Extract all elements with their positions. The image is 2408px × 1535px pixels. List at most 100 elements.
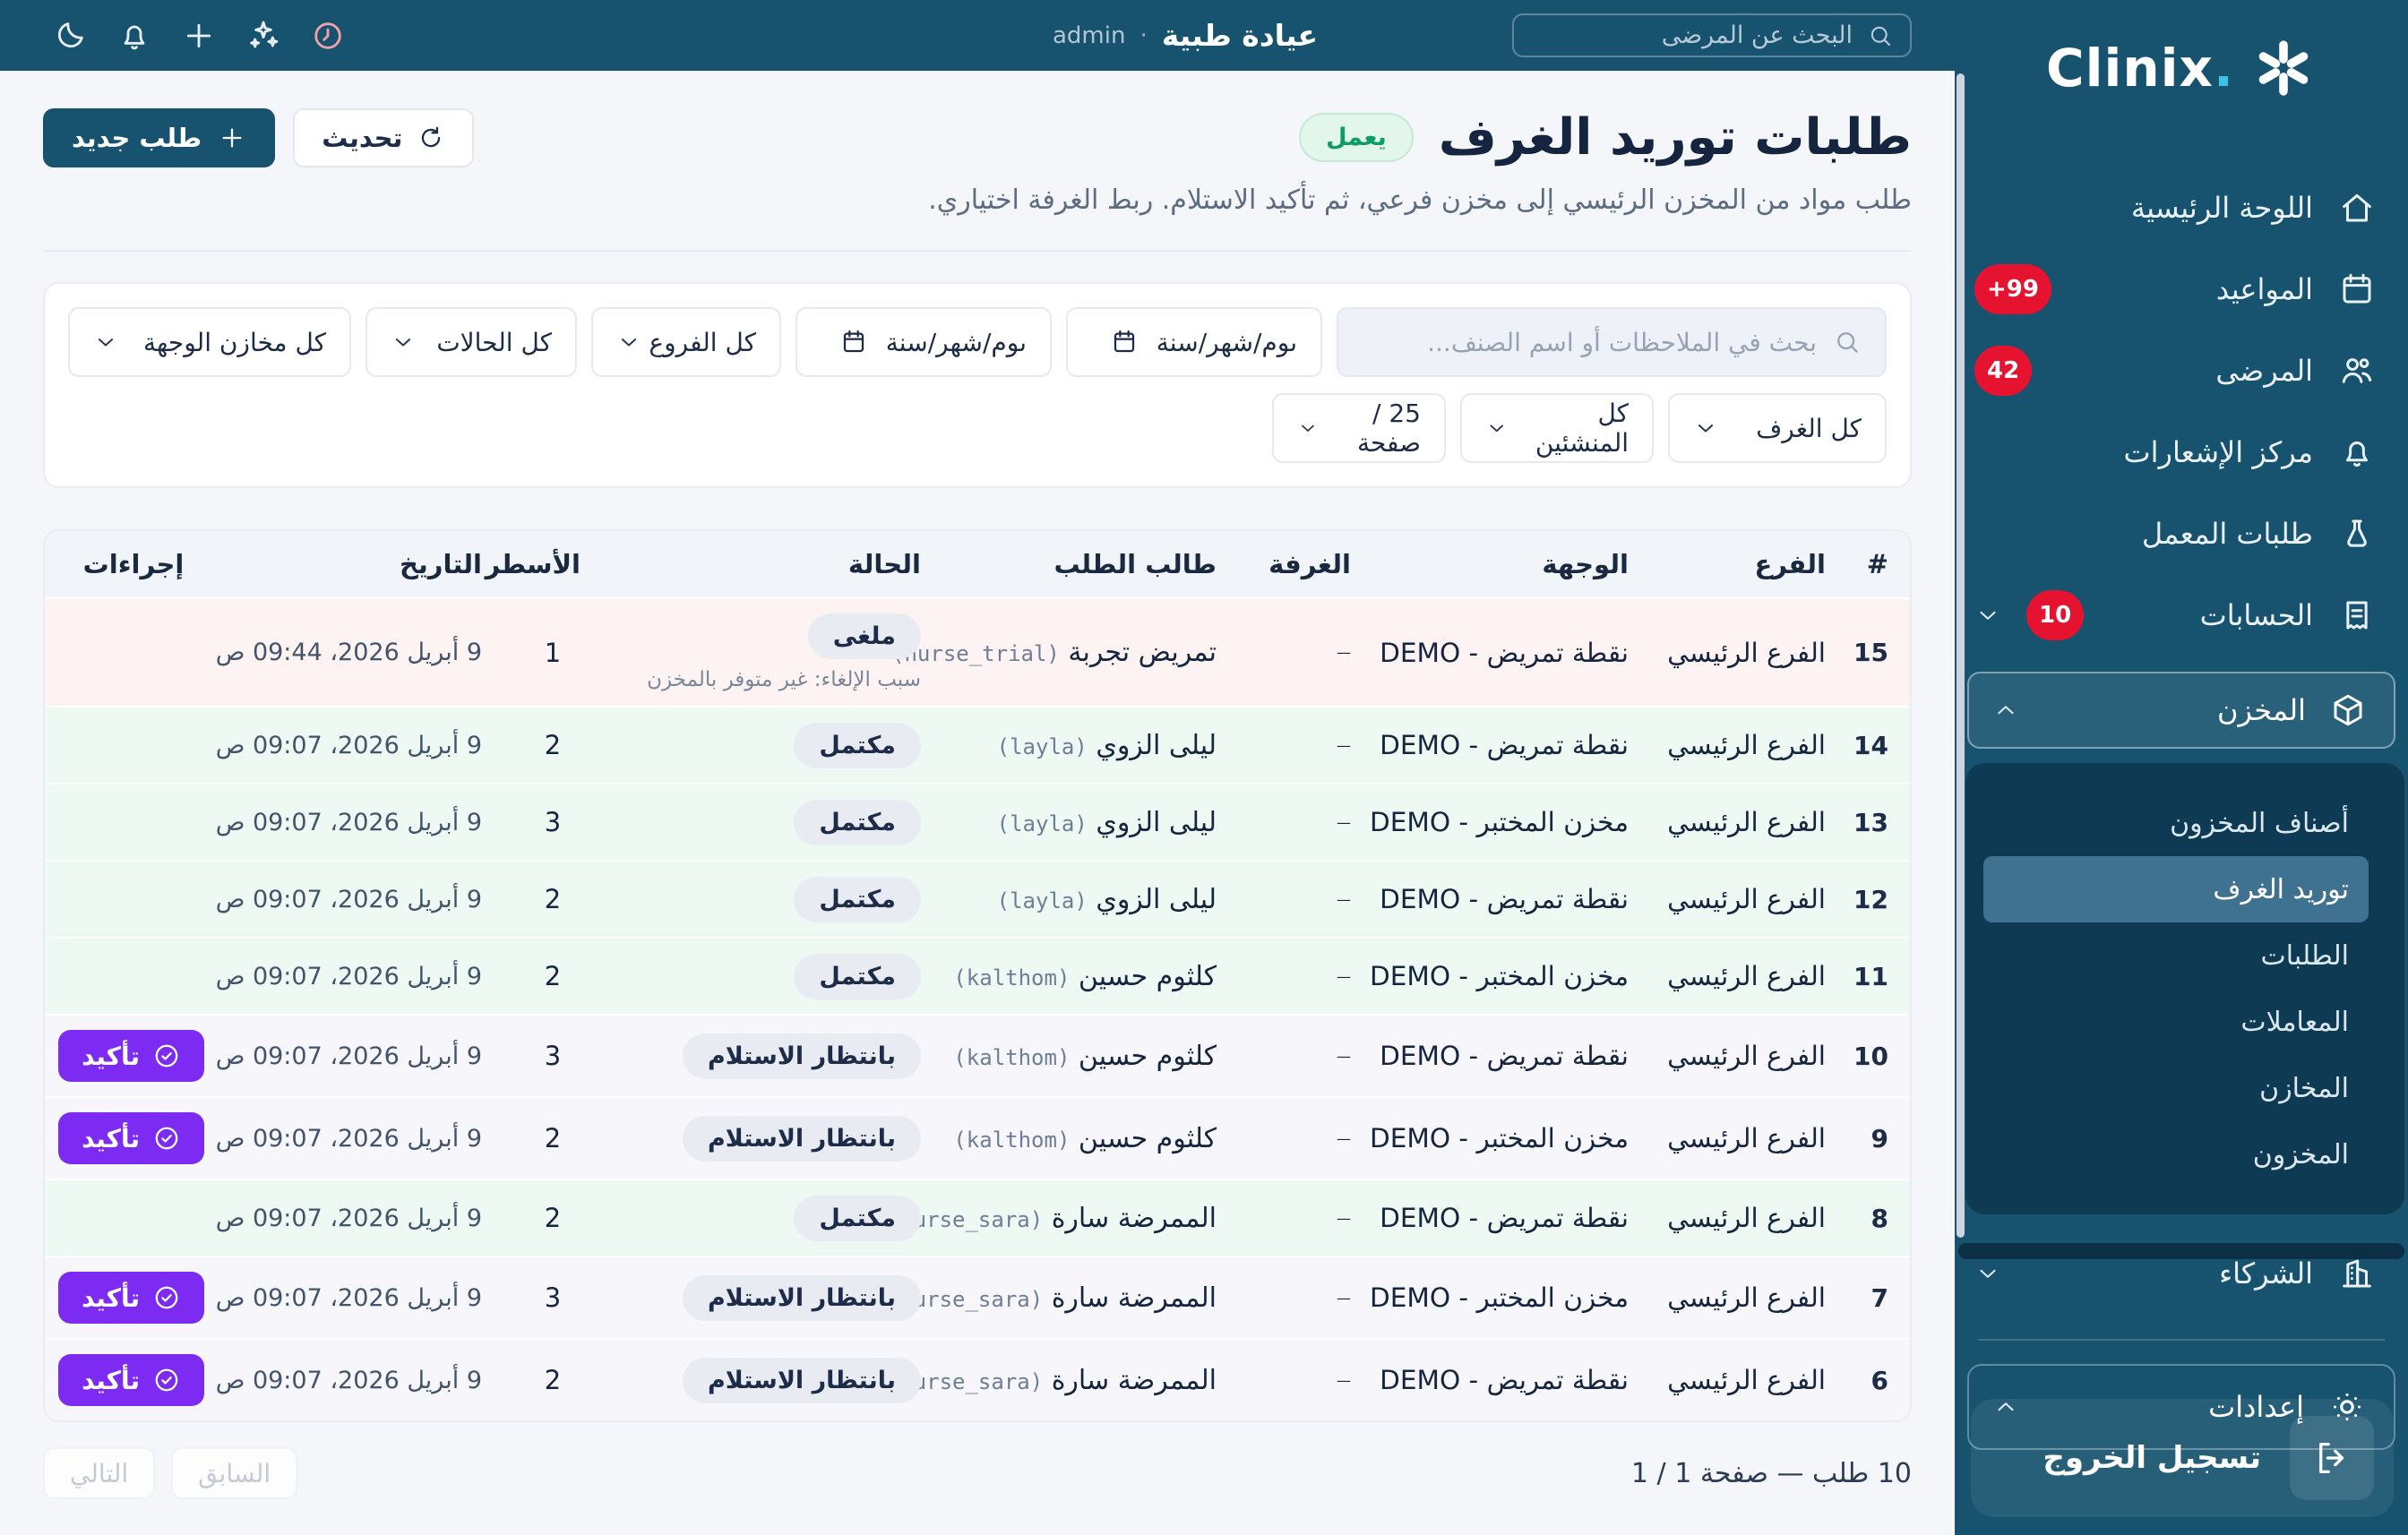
branches-select[interactable]: كل الفروع — [591, 307, 781, 377]
requester-cell: الممرضة سارة (nurse_sara) — [887, 1202, 1217, 1234]
status-cell: بانتظار الاستلام — [602, 1261, 942, 1335]
date-from-input[interactable]: ةنس/رهش/موى — [1066, 307, 1322, 377]
check-circle-icon — [152, 1283, 181, 1312]
column-header: الغرفة — [1268, 549, 1351, 579]
status-cell: مكتمل — [602, 708, 942, 783]
notification-badge: 42 — [1974, 345, 2033, 396]
submenu-item[interactable]: المخازن — [1983, 1055, 2369, 1121]
sidebar-item-label: اللوحة الرئيسية — [2130, 190, 2313, 225]
plus-icon — [218, 124, 246, 152]
sidebar-scrollbar[interactable] — [1956, 73, 1965, 1238]
branch-cell: الفرع الرئيسي — [1667, 730, 1826, 760]
statuses-select[interactable]: كل الحالات — [366, 307, 577, 377]
sidebar-item[interactable]: الحسابات 10 — [1974, 574, 2376, 656]
next-page-button[interactable]: التالي — [43, 1447, 156, 1499]
brand-name: Clinix. — [2046, 38, 2234, 99]
topbar-clinic-block: عيادة طبية · admin — [1053, 0, 1318, 71]
sidebar-item[interactable]: مركز الإشعارات — [1974, 411, 2376, 493]
chevron-up-icon — [1992, 697, 2019, 724]
lines-count: 3 — [544, 807, 562, 837]
per-page-select[interactable]: 25 / صفحة — [1272, 393, 1446, 463]
lines-count: 2 — [544, 1365, 562, 1395]
submenu-item[interactable]: المعاملات — [1983, 989, 2369, 1055]
brand-logo[interactable]: Clinix. — [1955, 0, 2408, 136]
requests-table-card: # الفرع الوجهة الغرفة طالب الطلب الحالة الأسطر… — [43, 529, 1912, 1422]
table-row: 11 الفرع الرئيسي DEMO - مخزن المختبر — كلثوم… — [45, 937, 1910, 1014]
check-circle-icon — [152, 1366, 181, 1394]
column-header: الوجهة — [1542, 549, 1629, 579]
page-header: طلبات توريد الغرف يعمل طلب مواد من المخز… — [43, 108, 1912, 216]
submenu-item[interactable]: المخزون — [1983, 1121, 2369, 1188]
check-circle-icon — [152, 1124, 181, 1153]
room-cell: — — [1337, 1129, 1351, 1147]
clinix-flower-icon — [2250, 35, 2317, 101]
room-cell: — — [1337, 1371, 1351, 1389]
requester-username: (layla) — [996, 810, 1088, 836]
sidebar-item[interactable]: المرضى 42 — [1974, 330, 2376, 411]
status-cell: مكتمل — [602, 1181, 942, 1256]
table-row: 7 الفرع الرئيسي DEMO - مخزن المختبر — الممرض… — [45, 1256, 1910, 1338]
header-actions: تحديث طلب جديد — [43, 108, 475, 167]
status-badge: بانتظار الاستلام — [682, 1115, 921, 1162]
creators-select[interactable]: كل المنشئين — [1460, 393, 1654, 463]
chevron-down-icon — [1974, 602, 2001, 629]
confirm-button[interactable]: تأكيد — [58, 1112, 204, 1164]
sidebar-item-label: المخزن — [2217, 693, 2306, 727]
submenu-item[interactable]: الطلبات — [1983, 922, 2369, 989]
submenu-item[interactable]: أصناف المخزون — [1983, 790, 2369, 856]
sidebar-nav: اللوحة الرئيسية المواعيد +99 المرضى 42 مركز ا… — [1955, 136, 2408, 656]
actions-cell: تأكيد — [45, 1016, 226, 1096]
creators-select-value: كل المنشئين — [1535, 399, 1629, 458]
lines-count: 3 — [544, 1282, 562, 1313]
room-cell: — — [1337, 967, 1351, 985]
requester-cell: كلثوم حسين (kalthom) — [953, 1122, 1217, 1154]
bell-icon[interactable] — [116, 18, 152, 54]
sidebar-scroll-shadow — [1958, 1243, 2404, 1259]
username-label: admin — [1053, 21, 1126, 49]
sidebar-item-label: المواعيد — [2215, 271, 2313, 306]
branch-cell: الفرع الرئيسي — [1667, 1282, 1826, 1313]
clinic-name: عيادة طبية — [1161, 18, 1319, 53]
filters-row-2: كل الغرف كل المنشئين 25 / صفحة — [68, 393, 1887, 463]
actions-cell — [45, 885, 226, 913]
clinic-app: { "brand": { "name": "Clinix", "dot": ".… — [0, 0, 2408, 1535]
notes-search-input[interactable]: بحث في الملاحظات أو اسم الصنف... — [1337, 307, 1887, 377]
search-icon — [1867, 22, 1894, 49]
notification-badge: 10 — [2026, 589, 2085, 640]
sparkles-icon[interactable] — [245, 18, 281, 54]
date-cell: 9 أبريل 2026، 09:07 ص — [215, 808, 482, 836]
dest-warehouses-select[interactable]: كل مخازن الوجهة — [68, 307, 351, 377]
prev-page-button[interactable]: السابق — [171, 1447, 298, 1499]
logout-iconbox — [2290, 1416, 2374, 1500]
refresh-button[interactable]: تحديث — [293, 108, 475, 167]
clock-icon[interactable] — [310, 18, 346, 54]
chevron-down-icon — [391, 330, 416, 355]
date-to-input[interactable]: ةنس/رهش/موى — [796, 307, 1052, 377]
patient-search-input[interactable]: البحث عن المرضى — [1512, 13, 1912, 57]
patients-icon — [2338, 352, 2376, 390]
date-cell: 9 أبريل 2026، 09:07 ص — [215, 731, 482, 759]
sidebar-item[interactable]: اللوحة الرئيسية — [1974, 167, 2376, 248]
chevron-down-icon — [93, 330, 118, 355]
submenu-item[interactable]: توريد الغرف — [1983, 856, 2369, 922]
rooms-select[interactable]: كل الغرف — [1668, 393, 1887, 463]
actions-cell: تأكيد — [45, 1257, 226, 1338]
plus-icon[interactable] — [181, 18, 217, 54]
topbar: عيادة طبية · admin البحث عن المرضى — [0, 0, 1955, 71]
table-row: 9 الفرع الرئيسي DEMO - مخزن المختبر — كلثوم … — [45, 1096, 1910, 1179]
status-badge: بانتظار الاستلام — [682, 1274, 921, 1321]
logout-button[interactable]: تسجيل الخروج — [1971, 1399, 2394, 1517]
confirm-button[interactable]: تأكيد — [58, 1272, 204, 1324]
new-request-button[interactable]: طلب جديد — [43, 108, 276, 167]
sidebar-item[interactable]: طلبات المعمل — [1974, 493, 2376, 574]
column-header: طالب الطلب — [1054, 549, 1217, 579]
sidebar-item-inventory[interactable]: المخزن — [1967, 672, 2395, 749]
table-row: 8 الفرع الرئيسي DEMO - نقطة تمريض — الممرضة … — [45, 1179, 1910, 1256]
per-page-select-value: 25 / صفحة — [1356, 399, 1421, 458]
sidebar-item[interactable]: المواعيد +99 — [1974, 248, 2376, 330]
destination-cell: DEMO - نقطة تمريض — [1380, 637, 1629, 668]
confirm-button[interactable]: تأكيد — [58, 1354, 204, 1406]
column-header: التاريخ — [399, 549, 482, 579]
moon-icon[interactable] — [52, 18, 88, 54]
confirm-button[interactable]: تأكيد — [58, 1030, 204, 1082]
